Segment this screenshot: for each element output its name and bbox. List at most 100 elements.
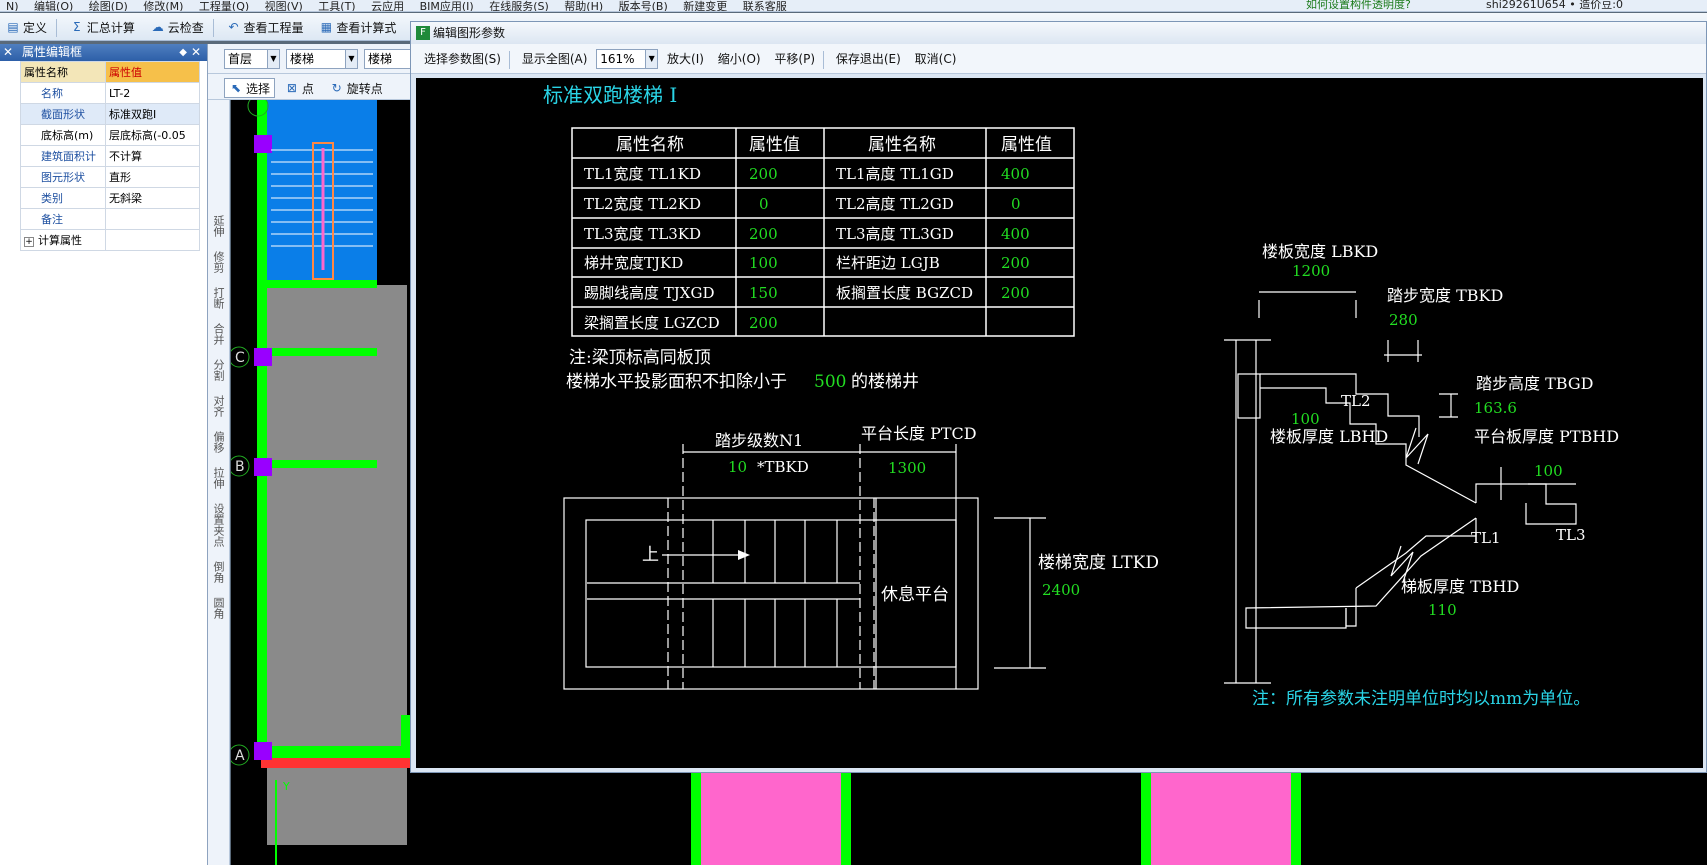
pin-icon[interactable]: ◆ — [179, 44, 187, 61]
menu-item[interactable]: 工程量(Q) — [199, 1, 249, 11]
element-type-value: 楼梯 — [290, 52, 315, 66]
slab-thick-label: 楼板厚度 LBHD — [1270, 427, 1388, 446]
element-type-select[interactable]: 楼梯 ▼ — [286, 49, 358, 69]
define-label: 定义 — [23, 20, 48, 35]
note-area-prefix: 楼梯水平投影面积不扣除小于 — [566, 372, 787, 392]
column — [254, 742, 272, 760]
platform-thick-label: 平台板厚度 PTBHD — [1474, 427, 1619, 446]
cloud-check-button[interactable]: ☁ 云检查 — [147, 14, 208, 40]
platform-length-label: 平台长度 PTCD — [861, 424, 977, 443]
zoom-value: 161% — [600, 51, 635, 66]
show-all-button[interactable]: 显示全图(A) — [522, 44, 588, 74]
user-info[interactable]: shi29261U654 • 造价豆:0 — [1486, 0, 1623, 10]
prop-value[interactable]: 不计算 — [105, 145, 200, 167]
define-button[interactable]: ▤ 定义 — [2, 14, 51, 40]
drawing-title: 标准双跑楼梯 I — [543, 83, 677, 107]
zoom-out-button[interactable]: 缩小(O) — [718, 44, 761, 74]
header-name: 属性名称 — [20, 61, 106, 83]
menu-item[interactable]: 视图(V) — [265, 1, 303, 11]
extend-tool[interactable]: 延伸 — [212, 215, 225, 237]
param-name: TL3宽度 TL3KD — [584, 225, 701, 243]
menu-item[interactable]: 联系客服 — [743, 1, 787, 11]
property-panel-title: ✕ 属性编辑框 ◆ ✕ — [0, 44, 207, 61]
param-value: 200 — [1001, 284, 1030, 302]
prop-value[interactable]: 标准双跑I — [105, 103, 200, 125]
param-name: 梁搁置长度 LGZCD — [584, 314, 720, 332]
param-value: 150 — [749, 284, 778, 302]
menu-bar: N) 编辑(O) 绘图(D) 修改(M) 工程量(Q) 视图(V) 工具(T) … — [0, 0, 1707, 12]
fillet-tool[interactable]: 圆角 — [212, 597, 225, 619]
align-tool[interactable]: 对齐 — [212, 395, 225, 417]
menu-item[interactable]: 工具(T) — [318, 1, 355, 11]
menu-item[interactable]: N) — [6, 1, 19, 11]
menu-item[interactable]: 编辑(O) — [34, 1, 73, 11]
menu-item[interactable]: 修改(M) — [143, 1, 183, 11]
param-value: 200 — [749, 165, 778, 183]
param-name: TL2高度 TL2GD — [836, 195, 954, 213]
expand-icon[interactable]: + — [24, 237, 34, 247]
break-tool[interactable]: 打断 — [212, 287, 225, 309]
property-panel: ✕ 属性编辑框 ◆ ✕ 属性名称 属性值 名称 LT-2 截面形状 标准双跑I 底标高… — [0, 44, 208, 865]
help-link[interactable]: 如何设置构件透明度? — [1306, 0, 1411, 10]
chamfer-tool[interactable]: 倒角 — [212, 561, 225, 583]
pan-button[interactable]: 平移(P) — [774, 44, 815, 74]
offset-tool[interactable]: 偏移 — [212, 431, 225, 453]
menu-item[interactable]: 绘图(D) — [89, 1, 128, 11]
tread-height-label: 踏步高度 TBGD — [1476, 374, 1593, 393]
prop-name: 类别 — [20, 187, 106, 209]
close-icon[interactable]: ✕ — [191, 44, 201, 61]
menu-item[interactable]: 云应用 — [371, 1, 404, 11]
menu-item[interactable]: 帮助(H) — [564, 1, 603, 11]
prop-value[interactable]: 层底标高(-0.05 — [105, 124, 200, 146]
prop-value[interactable]: LT-2 — [105, 82, 200, 104]
param-value: 200 — [749, 314, 778, 332]
vertical-tools: 延伸 修剪 打断 合并 分割 对齐 偏移 拉伸 设置夹点 倒角 圆角 — [208, 100, 230, 865]
stretch-tool[interactable]: 拉伸 — [212, 467, 225, 489]
select-param-diagram-button[interactable]: 选择参数图(S) — [424, 44, 501, 74]
note-area-suffix: 的楼梯井 — [851, 372, 919, 392]
sum-icon: Σ — [73, 20, 81, 34]
section-view-lines — [1224, 291, 1577, 684]
param-value: 0 — [759, 195, 769, 213]
param-value: 200 — [749, 225, 778, 243]
panel-title-text: 属性编辑框 — [22, 45, 83, 59]
menu-item[interactable]: 版本号(B) — [619, 1, 668, 11]
view-formula-button[interactable]: ▦ 查看计算式 — [315, 14, 400, 40]
up-label: 上 — [642, 545, 659, 565]
grip-tool[interactable]: 设置夹点 — [212, 503, 225, 547]
prop-value[interactable] — [105, 208, 200, 230]
slab-thick-value: 100 — [1291, 410, 1320, 428]
cancel-button[interactable]: 取消(C) — [915, 44, 957, 74]
view-quantity-button[interactable]: ↶ 查看工程量 — [223, 14, 308, 40]
cad-viewport[interactable]: 标准双跑楼梯 I 属性名称 属性值 属性名称 属性值 TL1宽度 TL1KD 2… — [416, 78, 1703, 768]
menu-item[interactable]: 新建变更 — [683, 1, 727, 11]
platform-length-value: 1300 — [888, 459, 926, 477]
menu-item[interactable]: 在线服务(S) — [489, 1, 549, 11]
prop-name: 名称 — [20, 82, 106, 104]
rotate-point-button[interactable]: ↻ 旋转点 — [326, 75, 387, 101]
steps-label: 踏步级数N1 — [715, 431, 803, 450]
save-exit-button[interactable]: 保存退出(E) — [836, 44, 901, 74]
prop-name: 截面形状 — [20, 103, 106, 125]
zoom-in-button[interactable]: 放大(I) — [667, 44, 704, 74]
point-button[interactable]: ⊠ 点 — [281, 75, 318, 101]
view-quantity-label: 查看工程量 — [243, 20, 304, 35]
select-button[interactable]: ⬉ 选择 — [224, 78, 276, 98]
panel-close-left-icon[interactable]: ✕ — [3, 44, 13, 61]
merge-tool[interactable]: 合并 — [212, 323, 225, 345]
table-header: 属性名称 — [616, 135, 684, 155]
prop-value[interactable]: 无斜梁 — [105, 187, 200, 209]
view-formula-icon: ▦ — [320, 20, 333, 34]
floor-select[interactable]: 首层 ▼ — [224, 49, 280, 69]
trim-tool[interactable]: 修剪 — [212, 251, 225, 273]
split-tool[interactable]: 分割 — [212, 359, 225, 381]
param-name: 踢脚线高度 TJXGD — [584, 284, 714, 302]
zoom-select[interactable]: 161% ▼ — [596, 48, 659, 69]
chevron-down-icon: ▼ — [267, 50, 279, 68]
sum-button[interactable]: Σ 汇总计算 — [66, 14, 139, 40]
prop-value[interactable]: 直形 — [105, 166, 200, 188]
prop-value — [105, 229, 200, 251]
plan-view-lines — [563, 444, 1046, 690]
stair-parameter-drawing: 标准双跑楼梯 I 属性名称 属性值 属性名称 属性值 TL1宽度 TL1KD 2… — [543, 83, 1619, 709]
menu-item[interactable]: BIM应用(I) — [420, 1, 474, 11]
